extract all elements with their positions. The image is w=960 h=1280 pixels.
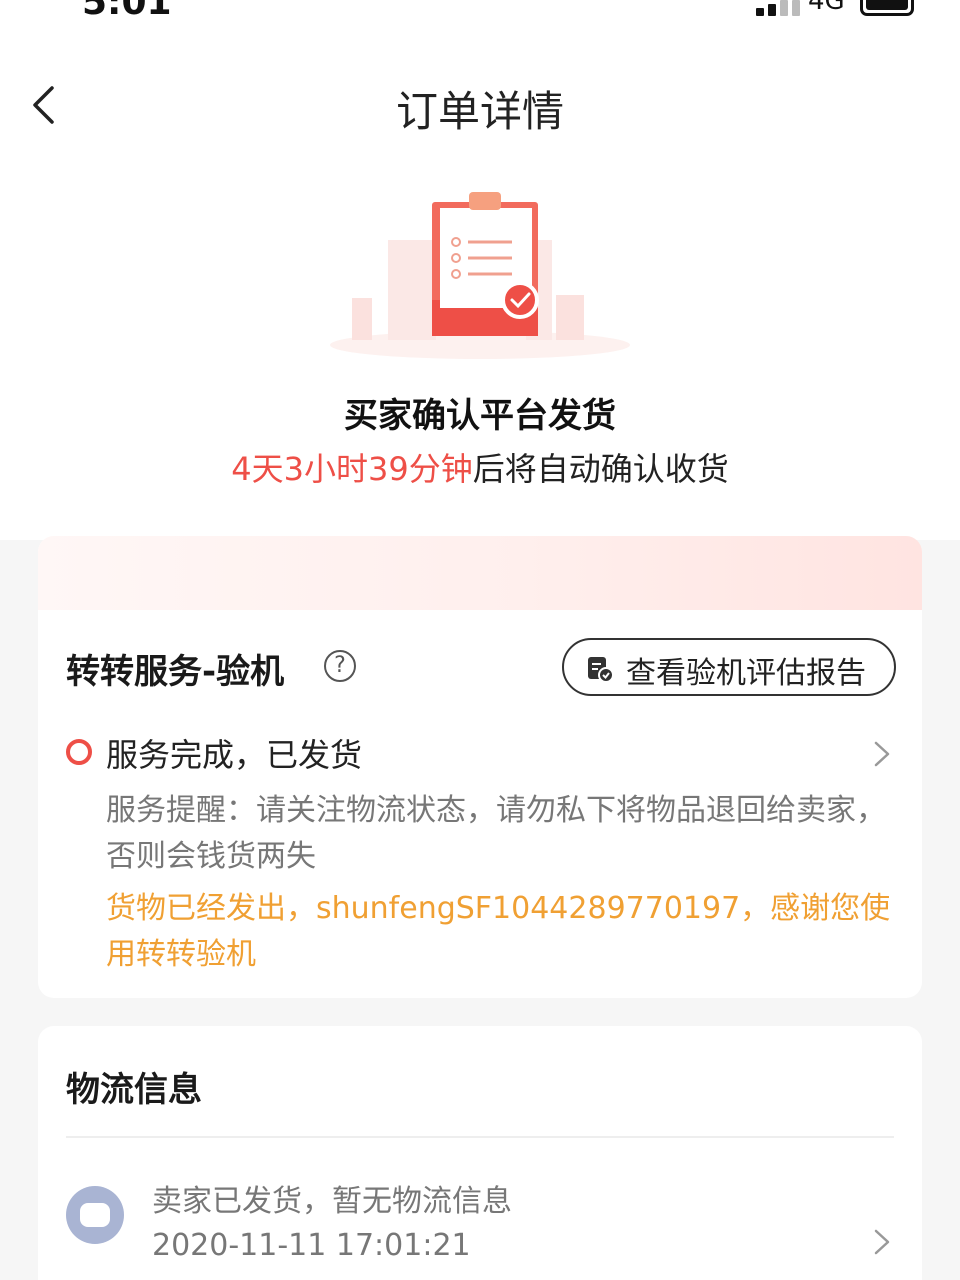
service-card: 转转服务-验机 ? 查看验机评估报告 服务完成，已发货 服务提醒：请关注物流状态… — [38, 536, 922, 998]
page-title: 订单详情 — [395, 87, 564, 136]
status-time: 5:01 — [82, 0, 172, 23]
card-header-gradient — [38, 536, 922, 610]
order-status-title: 买家确认平台发货 — [344, 396, 616, 436]
help-icon[interactable]: ? — [324, 650, 356, 682]
service-reminder: 服务提醒：请关注物流状态，请勿私下将物品退回给卖家，否则会钱货两失 — [106, 793, 886, 874]
countdown-suffix: 后将自动确认收货 — [472, 450, 729, 488]
service-status[interactable]: 服务完成，已发货 — [106, 730, 362, 776]
status-dot-icon — [66, 739, 92, 765]
logistics-status: 卖家已发货，暂无物流信息 — [152, 1184, 512, 1219]
chevron-right-icon[interactable] — [870, 740, 894, 768]
logistics-card: 物流信息 卖家已发货，暂无物流信息 2020-11-11 17:01:21 — [38, 1026, 922, 1280]
nav-bar: 订单详情 — [0, 60, 960, 150]
network-label: 4G — [808, 0, 845, 16]
logistics-row[interactable]: 卖家已发货，暂无物流信息 2020-11-11 17:01:21 — [38, 1166, 922, 1280]
service-title: 转转服务-验机 — [66, 652, 285, 692]
clipboard-check-icon — [330, 192, 630, 359]
logistics-time: 2020-11-11 17:01:21 — [152, 1228, 471, 1263]
view-report-button[interactable]: 查看验机评估报告 — [562, 638, 896, 696]
countdown-highlight: 4天3小时39分钟 — [231, 450, 473, 488]
status-bar: 5:01 4G — [0, 0, 960, 40]
report-icon — [588, 657, 614, 683]
order-status-illustration — [320, 180, 640, 360]
battery-icon — [860, 0, 914, 16]
countdown-text: 4天3小时39分钟后将自动确认收货 — [0, 444, 960, 490]
chevron-right-icon — [874, 1229, 890, 1255]
view-report-label: 查看验机评估报告 — [626, 656, 866, 691]
signal-icon — [756, 0, 800, 16]
logistics-title: 物流信息 — [66, 1070, 202, 1110]
shipping-notice: 货物已经发出，shunfengSF1044289770197，感谢您使用转转验机 — [106, 891, 891, 972]
divider — [66, 1136, 894, 1138]
